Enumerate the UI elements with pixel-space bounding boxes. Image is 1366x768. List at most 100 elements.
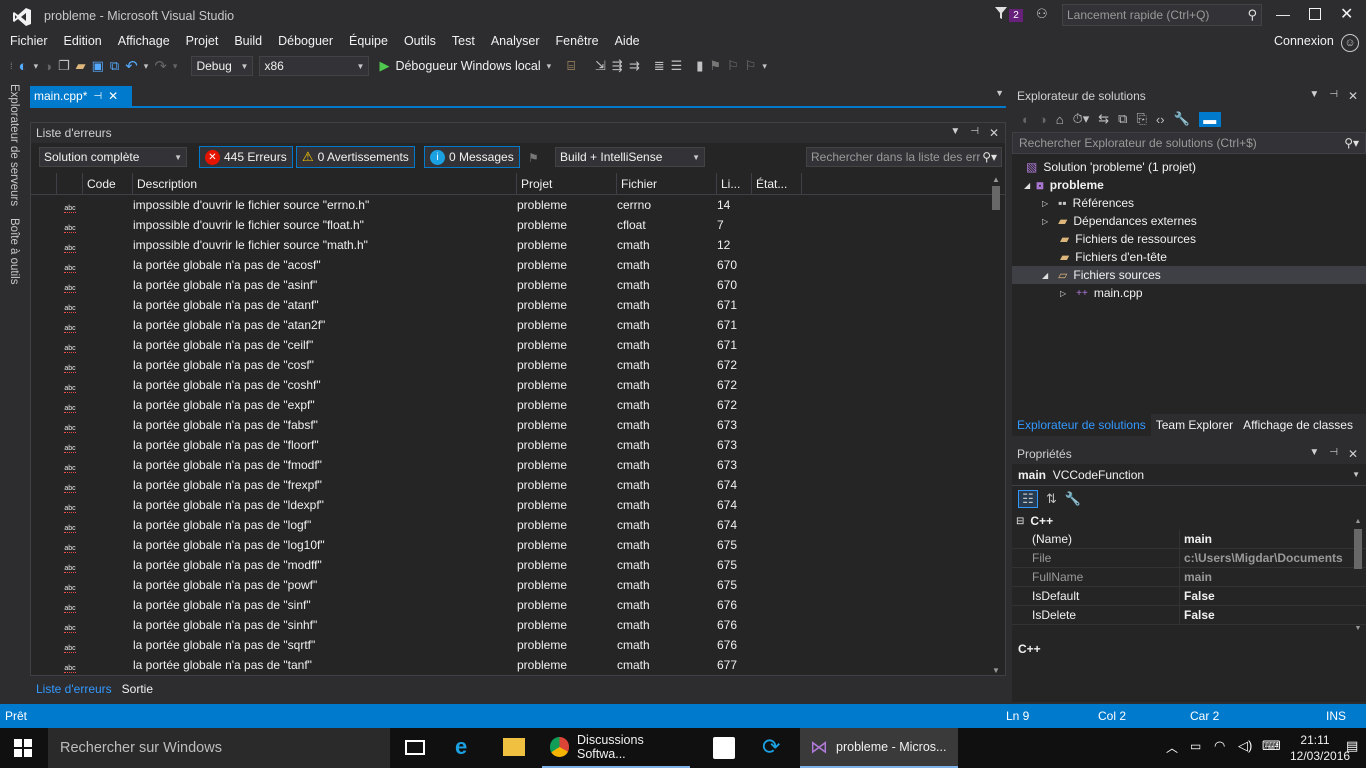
configuration-select[interactable]: Debug ▼ xyxy=(191,56,254,76)
tab-error-list[interactable]: Liste d'erreurs xyxy=(30,678,118,700)
edge-icon[interactable]: e xyxy=(455,734,467,760)
show-all-files-icon[interactable]: ⎘ xyxy=(1136,111,1146,127)
error-row[interactable]: abc la portée globale n'a pas de "floorf"… xyxy=(31,435,1005,455)
tab-solution-explorer[interactable]: Explorateur de solutions xyxy=(1012,414,1151,436)
collapsed-arrow-icon[interactable]: ▷ xyxy=(1042,199,1048,208)
collapse-all-icon[interactable]: ⧉ xyxy=(1118,111,1127,127)
panel-menu-icon[interactable]: ▼ xyxy=(950,126,960,140)
vs-task-button[interactable]: ⋈ probleme - Micros... xyxy=(800,728,958,768)
volume-icon[interactable]: ◁) xyxy=(1238,738,1252,754)
step-into-icon[interactable]: ⇲ xyxy=(595,58,606,74)
tree-external-deps[interactable]: ▷ ▰ Dépendances externes xyxy=(1012,212,1366,230)
prev-bookmark-icon[interactable]: ⚑ xyxy=(709,58,721,74)
categorized-icon[interactable]: ☷ xyxy=(1018,490,1038,508)
menu-outils[interactable]: Outils xyxy=(396,32,444,50)
menu-fenetre[interactable]: Fenêtre xyxy=(547,32,606,50)
pin-icon[interactable]: ⊣ xyxy=(93,91,102,102)
menu-affichage[interactable]: Affichage xyxy=(110,32,178,50)
next-bookmark-icon[interactable]: ⚐ xyxy=(727,58,739,74)
panel-pin-icon[interactable]: ⊣ xyxy=(970,126,979,140)
tree-resource-files[interactable]: ▰ Fichiers de ressources xyxy=(1012,230,1366,248)
column-description[interactable]: Description xyxy=(133,172,517,195)
property-pages-icon[interactable]: 🔧 xyxy=(1065,491,1081,507)
sync-icon[interactable]: ⇆ xyxy=(1098,111,1109,127)
error-row[interactable]: abc la portée globale n'a pas de "sinf" pr… xyxy=(31,595,1005,615)
error-row[interactable]: abc la portée globale n'a pas de "atan2f"… xyxy=(31,315,1005,335)
column-line[interactable]: Li... xyxy=(717,172,752,195)
undo-icon[interactable]: ↶ xyxy=(125,57,138,75)
connexion-link[interactable]: Connexion xyxy=(1274,34,1334,48)
user-avatar-icon[interactable]: ☺ xyxy=(1341,34,1359,52)
show-hidden-icons-icon[interactable]: ︿ xyxy=(1166,739,1178,756)
error-list-scrollbar[interactable]: ▲ ▼ xyxy=(989,175,1003,675)
error-row[interactable]: abc la portée globale n'a pas de "cosf" pr… xyxy=(31,355,1005,375)
scope-select[interactable]: Solution complète ▼ xyxy=(39,147,187,167)
file-explorer-icon[interactable] xyxy=(503,738,525,756)
toolbar-overflow-icon[interactable]: ▾ xyxy=(762,61,767,72)
scroll-thumb[interactable] xyxy=(992,186,1000,210)
error-row[interactable]: abc la portée globale n'a pas de "modff" p… xyxy=(31,555,1005,575)
undo-dropdown-icon[interactable]: ▾ xyxy=(144,61,149,72)
column-severity[interactable] xyxy=(57,172,83,195)
server-explorer-tab[interactable]: Explorateur de serveurs xyxy=(8,84,20,206)
error-row[interactable]: abc la portée globale n'a pas de "coshf" p… xyxy=(31,375,1005,395)
close-window-button[interactable]: ✕ xyxy=(1340,4,1353,24)
properties-object-select[interactable]: main VCCodeFunction ▼ xyxy=(1012,464,1366,486)
store-icon[interactable] xyxy=(713,737,735,759)
error-row[interactable]: abc la portée globale n'a pas de "fmodf" p… xyxy=(31,455,1005,475)
scroll-up-icon[interactable]: ▲ xyxy=(989,175,1003,184)
feedback-icon[interactable]: ⚇ xyxy=(1036,6,1052,22)
task-view-icon[interactable] xyxy=(405,740,425,755)
tree-main-cpp[interactable]: ▷ ++ main.cpp xyxy=(1012,284,1366,302)
property-row[interactable]: IsDefault False xyxy=(1012,586,1366,606)
tree-references[interactable]: ▷ ▪▪ Références xyxy=(1012,194,1366,212)
scroll-down-icon[interactable]: ▼ xyxy=(1352,625,1364,632)
tab-output[interactable]: Sortie xyxy=(118,678,157,700)
menu-fichier[interactable]: Fichier xyxy=(2,32,56,50)
forward-navigation-icon[interactable]: ◑ xyxy=(44,59,52,74)
menu-test[interactable]: Test xyxy=(444,32,483,50)
redo-dropdown-icon[interactable]: ▾ xyxy=(173,61,178,72)
expanded-arrow-icon[interactable]: ◢ xyxy=(1042,271,1048,280)
panel-pin-icon[interactable]: ⊣ xyxy=(1329,447,1338,461)
tree-project[interactable]: ◢ ⧇ probleme xyxy=(1012,176,1366,194)
error-search-input[interactable]: Rechercher dans la liste des err ⚲▾ xyxy=(806,147,1002,167)
filter-toggle-icon[interactable]: ⚑ xyxy=(528,151,539,165)
save-all-icon[interactable]: ⧉ xyxy=(110,58,119,74)
start-debugger-button[interactable]: Débogueur Windows local xyxy=(395,59,540,73)
chrome-task-button[interactable]: Discussions Softwa... xyxy=(542,728,690,768)
start-debug-icon[interactable]: ▶ xyxy=(379,58,389,74)
column-file[interactable]: Fichier xyxy=(617,172,717,195)
error-row[interactable]: abc la portée globale n'a pas de "log10f"… xyxy=(31,535,1005,555)
save-icon[interactable]: ▣ xyxy=(92,58,104,74)
close-tab-icon[interactable]: ✕ xyxy=(108,89,118,103)
error-row[interactable]: abc la portée globale n'a pas de "atanf" p… xyxy=(31,295,1005,315)
error-row[interactable]: abc la portée globale n'a pas de "logf" pr… xyxy=(31,515,1005,535)
tab-list-dropdown-icon[interactable]: ▼ xyxy=(995,88,1004,98)
action-center-icon[interactable]: ▤ xyxy=(1346,738,1358,754)
back-icon[interactable]: ◐ xyxy=(1022,112,1030,127)
minimize-button[interactable]: — xyxy=(1276,6,1290,22)
find-in-files-icon[interactable]: ⌸ xyxy=(567,58,575,74)
collapsed-arrow-icon[interactable]: ▷ xyxy=(1042,217,1048,226)
panel-menu-icon[interactable]: ▼ xyxy=(1309,89,1319,103)
error-row[interactable]: abc impossible d'ouvrir le fichier source… xyxy=(31,215,1005,235)
column-project[interactable]: Projet xyxy=(517,172,617,195)
uncomment-icon[interactable]: ⇉ xyxy=(629,58,640,74)
filter-icon[interactable] xyxy=(994,6,1008,20)
panel-menu-icon[interactable]: ▼ xyxy=(1309,447,1319,461)
panel-close-icon[interactable]: ✕ xyxy=(1348,89,1358,103)
scroll-down-icon[interactable]: ▼ xyxy=(989,666,1003,675)
menu-analyser[interactable]: Analyser xyxy=(483,32,548,50)
menu-edition[interactable]: Edition xyxy=(56,32,110,50)
messages-filter-button[interactable]: i 0 Messages xyxy=(424,146,520,168)
error-row[interactable]: abc impossible d'ouvrir le fichier source… xyxy=(31,195,1005,215)
error-row[interactable]: abc la portée globale n'a pas de "ceilf" p… xyxy=(31,335,1005,355)
menu-deboguer[interactable]: Déboguer xyxy=(270,32,341,50)
warnings-filter-button[interactable]: ⚠ 0 Avertissements xyxy=(296,146,415,168)
debugger-dropdown-icon[interactable]: ▾ xyxy=(547,61,552,72)
error-row[interactable]: abc la portée globale n'a pas de "frexpf"… xyxy=(31,475,1005,495)
view-code-icon[interactable]: ‹› xyxy=(1156,112,1165,127)
battery-icon[interactable]: ▭ xyxy=(1190,739,1201,753)
error-row[interactable]: abc la portée globale n'a pas de "tanf" pr… xyxy=(31,655,1005,675)
